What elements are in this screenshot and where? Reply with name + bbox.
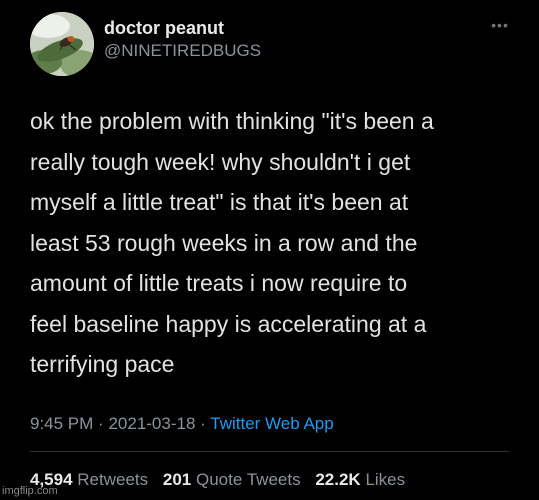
quote-tweets-count: 201 (162, 470, 192, 489)
more-horizontal-icon[interactable]: ••• (488, 18, 512, 32)
tweet-text: ok the problem with thinking "it's been … (30, 108, 434, 377)
tweet-card: doctor peanut @NINETIREDBUGS ••• ok the … (0, 0, 539, 500)
divider (30, 451, 509, 452)
likes-count: 22.2K (315, 470, 361, 489)
quote-tweets-stat[interactable]: 201 Quote Tweets (163, 470, 305, 489)
likes-label: Likes (365, 470, 406, 489)
tweet-time[interactable]: 9:45 PM (30, 414, 93, 433)
tweet-meta: 9:45 PM · 2021-03-18 · Twitter Web App (30, 414, 334, 434)
likes-stat[interactable]: 22.2K Likes (315, 470, 405, 489)
display-name[interactable]: doctor peanut (104, 18, 224, 39)
user-handle[interactable]: @NINETIREDBUGS (104, 41, 261, 61)
meta-separator: · (98, 414, 104, 433)
retweets-label: Retweets (77, 470, 149, 489)
avatar[interactable] (30, 12, 94, 76)
quote-tweets-label: Quote Tweets (196, 470, 301, 489)
tweet-stats: 4,594 Retweets 201 Quote Tweets 22.2K Li… (30, 470, 415, 490)
watermark: imgflip.com (2, 485, 58, 497)
meta-separator: · (200, 414, 206, 433)
source-app-link[interactable]: Twitter Web App (210, 414, 333, 433)
bug-on-leaf-icon (30, 12, 94, 76)
tweet-date[interactable]: 2021-03-18 (108, 414, 195, 433)
